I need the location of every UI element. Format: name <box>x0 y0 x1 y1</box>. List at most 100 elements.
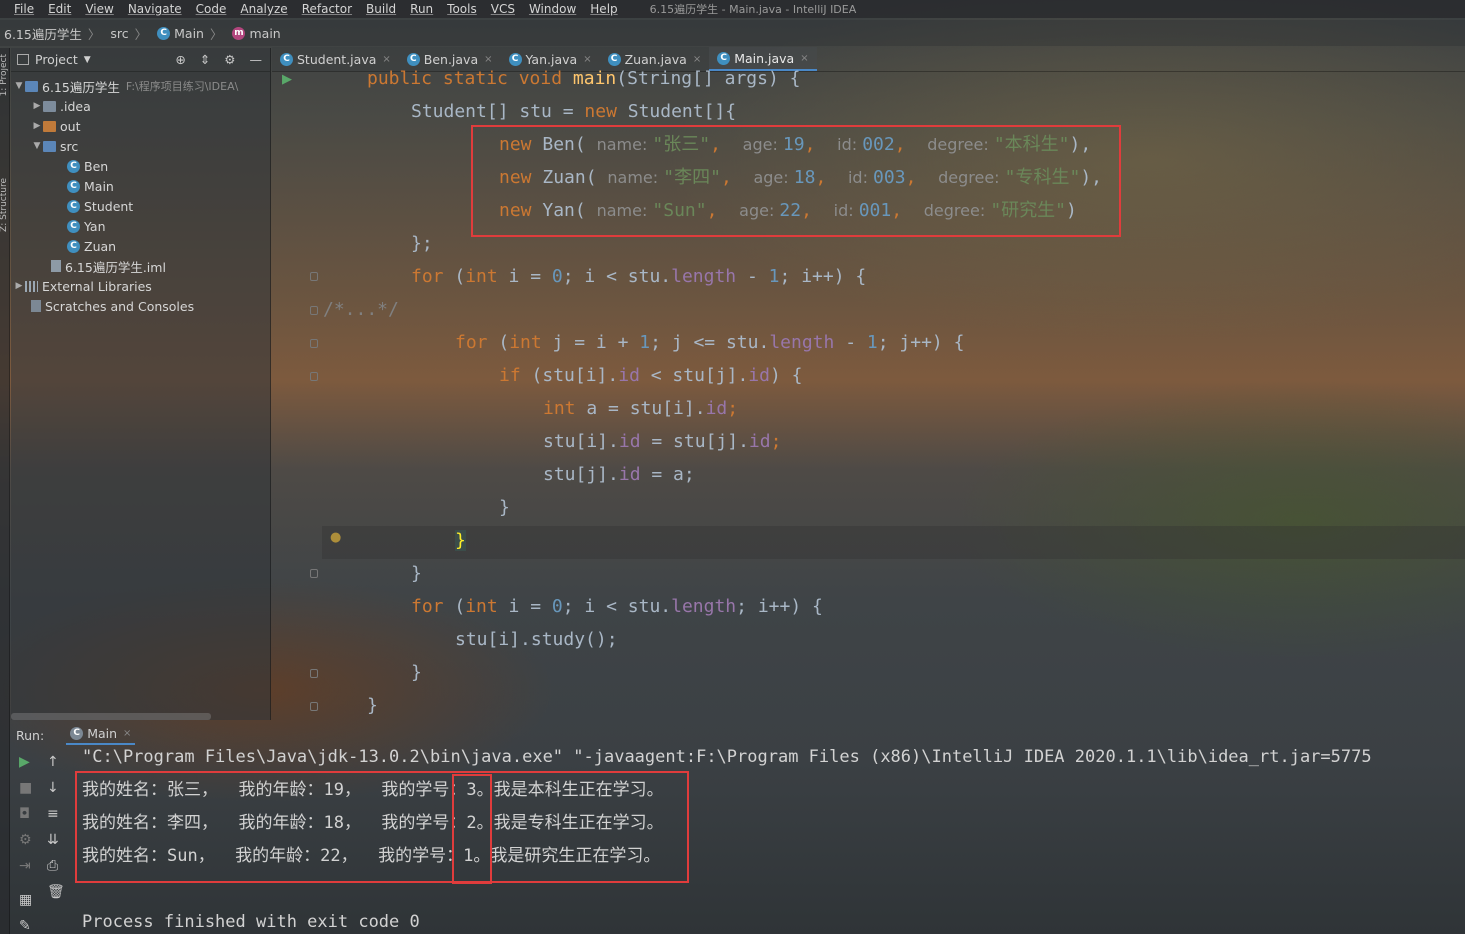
code-line: for (int i = 0; i < stu.length; i++) { <box>411 596 823 617</box>
fold-marker-icon[interactable] <box>310 702 318 711</box>
tree-item-idea[interactable]: ▶ .idea <box>11 96 270 116</box>
run-toolbar: ▶ ↑ ■ ↓ ◘ ≡ ⚙ ⇊ ⇥ ⎙ 🗑 ▦ ✎ <box>11 748 71 934</box>
code-line: stu[i].id = stu[j].id; <box>543 431 782 452</box>
chevron-down-icon[interactable]: ▼ <box>84 55 91 65</box>
crumb-class[interactable]: C Main 〉 <box>157 24 228 43</box>
class-icon: C <box>67 199 80 213</box>
code-line: }; <box>411 233 433 254</box>
layout-icon[interactable]: ▦ <box>19 892 32 908</box>
menu-analyze[interactable]: Analyze <box>240 2 287 16</box>
tree-external-libraries[interactable]: ▶ External Libraries <box>11 276 270 296</box>
menu-bar: File Edit View Navigate Code Analyze Ref… <box>0 0 1465 18</box>
menu-window[interactable]: Window <box>529 2 576 16</box>
scratches-icon <box>31 300 41 312</box>
tree-file-iml[interactable]: 6.15遍历学生.iml <box>11 256 270 276</box>
class-icon: C <box>67 179 80 193</box>
collapse-arrow-icon[interactable]: ▶ <box>31 101 43 111</box>
menu-refactor[interactable]: Refactor <box>302 2 352 16</box>
tree-file-student[interactable]: C Student <box>11 196 270 216</box>
structure-tool-tab[interactable]: Z: Structure <box>0 178 9 232</box>
code-line: for (int j = i + 1; j <= stu.length - 1;… <box>455 332 965 353</box>
run-label: Run: <box>16 727 45 743</box>
crumb-method[interactable]: m main <box>232 26 281 41</box>
crumb-project[interactable]: 6.15遍历学生〉 <box>4 24 106 43</box>
tree-file-zuan[interactable]: C Zuan <box>11 236 270 256</box>
rerun-icon[interactable]: ▶ <box>19 754 30 770</box>
project-tree: ▼ 6.15遍历学生 F:\程序项目练习\IDEA\ ▶ .idea ▶ out… <box>11 72 270 316</box>
project-tool-tab[interactable]: 1: Project <box>0 54 9 96</box>
tree-file-main[interactable]: C Main <box>11 176 270 196</box>
code-line: stu[i].study(); <box>455 629 618 650</box>
code-line: } <box>411 662 422 683</box>
code-line: } <box>411 563 422 584</box>
locate-icon[interactable]: ⊕ <box>175 52 185 67</box>
project-view-selector[interactable]: Project <box>35 52 78 67</box>
menu-help[interactable]: Help <box>590 2 617 16</box>
tree-root[interactable]: ▼ 6.15遍历学生 F:\程序项目练习\IDEA\ <box>11 76 270 96</box>
expand-arrow-icon[interactable]: ▼ <box>31 141 43 151</box>
expand-arrow-icon[interactable]: ▼ <box>13 81 25 91</box>
arrow-down-icon[interactable]: ↓ <box>47 780 59 796</box>
menu-vcs[interactable]: VCS <box>491 2 515 16</box>
collapse-icon[interactable]: ⇕ <box>200 52 210 67</box>
horizontal-scrollbar[interactable] <box>11 713 211 720</box>
camera-icon[interactable]: ◘ <box>19 806 30 822</box>
fold-marker-icon[interactable] <box>310 569 318 578</box>
folder-icon <box>43 120 56 132</box>
menu-code[interactable]: Code <box>196 2 227 16</box>
tree-item-src[interactable]: ▼ src <box>11 136 270 156</box>
pin-icon[interactable]: ✎ <box>19 918 31 934</box>
collapse-arrow-icon[interactable]: ▶ <box>13 281 25 291</box>
current-line-highlight <box>322 526 1465 559</box>
chevron-right-icon: 〉 <box>87 26 101 42</box>
menu-build[interactable]: Build <box>366 2 396 16</box>
highlight-box-student-id <box>452 774 492 884</box>
code-line: for (int i = 0; i < stu.length - 1; i++)… <box>411 266 867 287</box>
code-line-caret: } <box>455 530 466 551</box>
stop-icon[interactable]: ■ <box>19 780 32 796</box>
class-icon: C <box>280 52 293 66</box>
collapse-arrow-icon[interactable]: ▶ <box>31 121 43 131</box>
code-line: } <box>499 497 510 518</box>
project-panel-header: Project ▼ ⊕ ⇕ ⚙ — <box>11 48 270 72</box>
highlight-box-objects <box>471 125 1121 237</box>
code-line: Student[] stu = new Student[]{ <box>411 101 737 122</box>
tree-file-ben[interactable]: C Ben <box>11 156 270 176</box>
exit-icon[interactable]: ⇥ <box>19 858 31 874</box>
console-command: "C:\Program Files\Java\jdk-13.0.2\bin\ja… <box>82 747 1372 767</box>
tree-file-yan[interactable]: C Yan <box>11 216 270 236</box>
menu-view[interactable]: View <box>85 2 113 16</box>
menu-edit[interactable]: Edit <box>48 2 71 16</box>
fold-marker-icon[interactable] <box>310 669 318 678</box>
menu-navigate[interactable]: Navigate <box>128 2 182 16</box>
highlight-box-output <box>75 771 689 883</box>
close-icon[interactable]: × <box>123 728 131 739</box>
menu-run[interactable]: Run <box>410 2 433 16</box>
crumb-src[interactable]: src 〉 <box>110 24 153 43</box>
print-icon[interactable]: ⎙ <box>47 858 58 874</box>
fold-marker-icon[interactable] <box>310 306 318 315</box>
scroll-to-end-icon[interactable]: ⇊ <box>47 832 59 848</box>
tree-scratches[interactable]: Scratches and Consoles <box>11 296 270 316</box>
run-icon[interactable]: ▶ <box>282 72 292 87</box>
console-exit-message: Process finished with exit code 0 <box>82 912 420 932</box>
menu-file[interactable]: File <box>14 2 34 16</box>
gear-icon[interactable]: ⚙ <box>224 52 235 67</box>
trash-icon[interactable]: 🗑 <box>47 884 65 900</box>
method-icon: m <box>232 26 246 40</box>
arrow-up-icon[interactable]: ↑ <box>47 754 59 770</box>
breadcrumb: 6.15遍历学生〉 src 〉 C Main 〉 m main <box>0 20 1465 46</box>
code-line: public static void main(String[] args) { <box>367 68 801 89</box>
class-icon: C <box>67 239 80 253</box>
code-line: int a = stu[i].id; <box>543 398 739 419</box>
soft-wrap-icon[interactable]: ≡ <box>47 806 59 822</box>
fold-marker-icon[interactable] <box>310 272 318 281</box>
tree-item-out[interactable]: ▶ out <box>11 116 270 136</box>
menu-tools[interactable]: Tools <box>447 2 477 16</box>
minimize-icon[interactable]: — <box>250 52 263 67</box>
fold-marker-icon[interactable] <box>310 339 318 348</box>
code-line: } <box>367 695 378 716</box>
fold-marker-icon[interactable] <box>310 372 318 381</box>
settings-icon[interactable]: ⚙ <box>19 832 32 848</box>
folded-comment[interactable]: /*...*/ <box>323 293 399 326</box>
